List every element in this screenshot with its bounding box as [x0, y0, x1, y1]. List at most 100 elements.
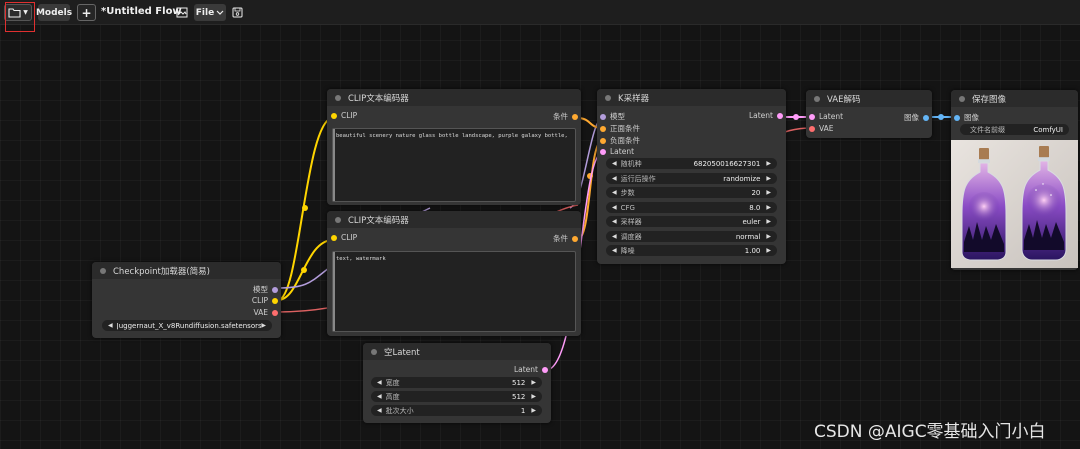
output-latent[interactable]: Latent — [749, 111, 783, 120]
slot-dot[interactable] — [809, 125, 815, 132]
collapse-dot[interactable] — [605, 94, 611, 101]
slot-dot[interactable] — [272, 309, 278, 316]
checkpoint-loader-node[interactable]: Checkpoint加载器(简易) 模型 CLIP VAE ◀ Juggerna… — [92, 262, 281, 338]
width-widget[interactable]: ◀ 宽度 512 ▶ — [371, 377, 542, 388]
slot-dot[interactable] — [331, 112, 337, 119]
slot-dot[interactable] — [923, 114, 929, 121]
node-header[interactable]: 保存图像 — [951, 90, 1078, 107]
arrow-right-icon[interactable]: ▶ — [766, 189, 771, 196]
arrow-right-icon[interactable]: ▶ — [766, 233, 771, 240]
node-header[interactable]: Checkpoint加载器(简易) — [92, 262, 281, 279]
arrow-left-icon[interactable]: ◀ — [612, 233, 617, 240]
collapse-dot[interactable] — [335, 94, 341, 101]
collapse-dot[interactable] — [371, 348, 377, 355]
save-button[interactable] — [230, 4, 244, 21]
node-header[interactable]: 空Latent — [363, 343, 551, 360]
arrow-left-icon[interactable]: ◀ — [108, 322, 113, 329]
sampler-widget[interactable]: ◀ 采样器 euler ▶ — [606, 216, 777, 227]
arrow-left-icon[interactable]: ◀ — [612, 247, 617, 254]
slot-dot[interactable] — [272, 286, 278, 293]
slot-dot[interactable] — [777, 112, 783, 119]
input-positive[interactable]: 正面条件 — [600, 123, 640, 134]
input-vae[interactable]: VAE — [809, 124, 834, 133]
input-negative[interactable]: 负面条件 — [600, 135, 640, 146]
top-toolbar: ▼ Models + *Untitled Flow File — [0, 0, 1080, 25]
arrow-right-icon[interactable]: ▶ — [531, 393, 536, 400]
slot-dot[interactable] — [600, 148, 606, 155]
arrow-left-icon[interactable]: ◀ — [612, 160, 617, 167]
save-image-node[interactable]: 保存图像 图像 文件名前缀 ComfyUI — [951, 90, 1078, 270]
slot-dot[interactable] — [572, 113, 578, 120]
filename-prefix-widget[interactable]: 文件名前缀 ComfyUI — [960, 124, 1069, 135]
collapse-dot[interactable] — [100, 267, 106, 274]
slot-dot[interactable] — [331, 234, 337, 241]
empty-latent-node[interactable]: 空Latent Latent ◀ 宽度 512 ▶ ◀ 高度 512 ▶ ◀ 批… — [363, 343, 551, 423]
arrow-right-icon[interactable]: ▶ — [766, 218, 771, 225]
slot-dot[interactable] — [600, 137, 606, 144]
arrow-left-icon[interactable]: ◀ — [612, 175, 617, 182]
prompt-textarea[interactable]: text, watermark — [332, 251, 576, 332]
node-header[interactable]: CLIP文本编码器 — [327, 211, 581, 228]
input-clip[interactable]: CLIP — [331, 233, 357, 242]
arrow-right-icon[interactable]: ▶ — [766, 160, 771, 167]
output-conditioning[interactable]: 条件 — [553, 233, 578, 244]
seed-widget[interactable]: ◀ 随机种 682050016627301 ▶ — [606, 158, 777, 169]
slot-label: 条件 — [553, 234, 568, 243]
arrow-right-icon[interactable]: ▶ — [766, 247, 771, 254]
widget-value: 1 — [520, 406, 526, 415]
arrow-right-icon[interactable]: ▶ — [531, 407, 536, 414]
collapse-dot[interactable] — [335, 216, 341, 223]
collapse-dot[interactable] — [814, 95, 820, 102]
arrow-right-icon[interactable]: ▶ — [261, 322, 266, 329]
input-model[interactable]: 模型 — [600, 111, 625, 122]
input-latent[interactable]: Latent — [600, 147, 634, 156]
arrow-left-icon[interactable]: ◀ — [612, 189, 617, 196]
ksampler-node[interactable]: K采样器 模型 正面条件 负面条件 Latent Latent ◀ 随机种 68… — [597, 89, 786, 264]
input-latent[interactable]: Latent — [809, 112, 843, 121]
input-clip[interactable]: CLIP — [331, 111, 357, 120]
slot-dot[interactable] — [954, 114, 960, 121]
scheduler-widget[interactable]: ◀ 调度器 normal ▶ — [606, 231, 777, 242]
output-image[interactable]: 图像 — [904, 112, 929, 123]
arrow-right-icon[interactable]: ▶ — [766, 204, 771, 211]
node-header[interactable]: VAE解码 — [806, 90, 932, 107]
node-header[interactable]: CLIP文本编码器 — [327, 89, 581, 106]
arrow-left-icon[interactable]: ◀ — [377, 407, 382, 414]
slot-dot[interactable] — [542, 366, 548, 373]
batch-size-widget[interactable]: ◀ 批次大小 1 ▶ — [371, 405, 542, 416]
control-after-generate-widget[interactable]: ◀ 运行后操作 randomize ▶ — [606, 173, 777, 184]
height-widget[interactable]: ◀ 高度 512 ▶ — [371, 391, 542, 402]
output-clip[interactable]: CLIP — [252, 296, 278, 305]
arrow-right-icon[interactable]: ▶ — [766, 175, 771, 182]
clip-text-encode-negative-node[interactable]: CLIP文本编码器 CLIP 条件 text, watermark — [327, 211, 581, 336]
denoise-widget[interactable]: ◀ 降噪 1.00 ▶ — [606, 245, 777, 256]
output-model[interactable]: 模型 — [253, 284, 278, 295]
arrow-left-icon[interactable]: ◀ — [377, 379, 382, 386]
slot-dot[interactable] — [600, 113, 606, 120]
arrow-left-icon[interactable]: ◀ — [377, 393, 382, 400]
slot-dot[interactable] — [809, 113, 815, 120]
slot-dot[interactable] — [600, 125, 606, 132]
vae-decode-node[interactable]: VAE解码 Latent VAE 图像 — [806, 90, 932, 138]
arrow-left-icon[interactable]: ◀ — [612, 204, 617, 211]
slot-dot[interactable] — [572, 235, 578, 242]
new-workflow-button[interactable]: + — [77, 4, 96, 21]
prompt-textarea[interactable]: beautiful scenery nature glass bottle la… — [332, 128, 576, 202]
models-button[interactable]: Models — [36, 4, 72, 21]
output-latent[interactable]: Latent — [514, 365, 548, 374]
node-header[interactable]: K采样器 — [597, 89, 786, 106]
collapse-dot[interactable] — [959, 95, 965, 102]
output-conditioning[interactable]: 条件 — [553, 111, 578, 122]
arrow-left-icon[interactable]: ◀ — [612, 218, 617, 225]
clip-text-encode-positive-node[interactable]: CLIP文本编码器 CLIP 条件 beautiful scenery natu… — [327, 89, 581, 205]
ckpt-name-combo[interactable]: ◀ Juggernaut_X_v8Rundiffusion.safetensor… — [102, 320, 272, 331]
steps-widget[interactable]: ◀ 步数 20 ▶ — [606, 187, 777, 198]
output-vae[interactable]: VAE — [253, 308, 278, 317]
cfg-widget[interactable]: ◀ CFG 8.0 ▶ — [606, 202, 777, 213]
arrow-right-icon[interactable]: ▶ — [531, 379, 536, 386]
input-image[interactable]: 图像 — [954, 112, 979, 123]
output-image-preview[interactable] — [951, 140, 1078, 268]
file-menu-button[interactable]: File — [194, 4, 226, 21]
slot-dot[interactable] — [272, 297, 278, 304]
image-toggle-button[interactable] — [174, 4, 190, 21]
